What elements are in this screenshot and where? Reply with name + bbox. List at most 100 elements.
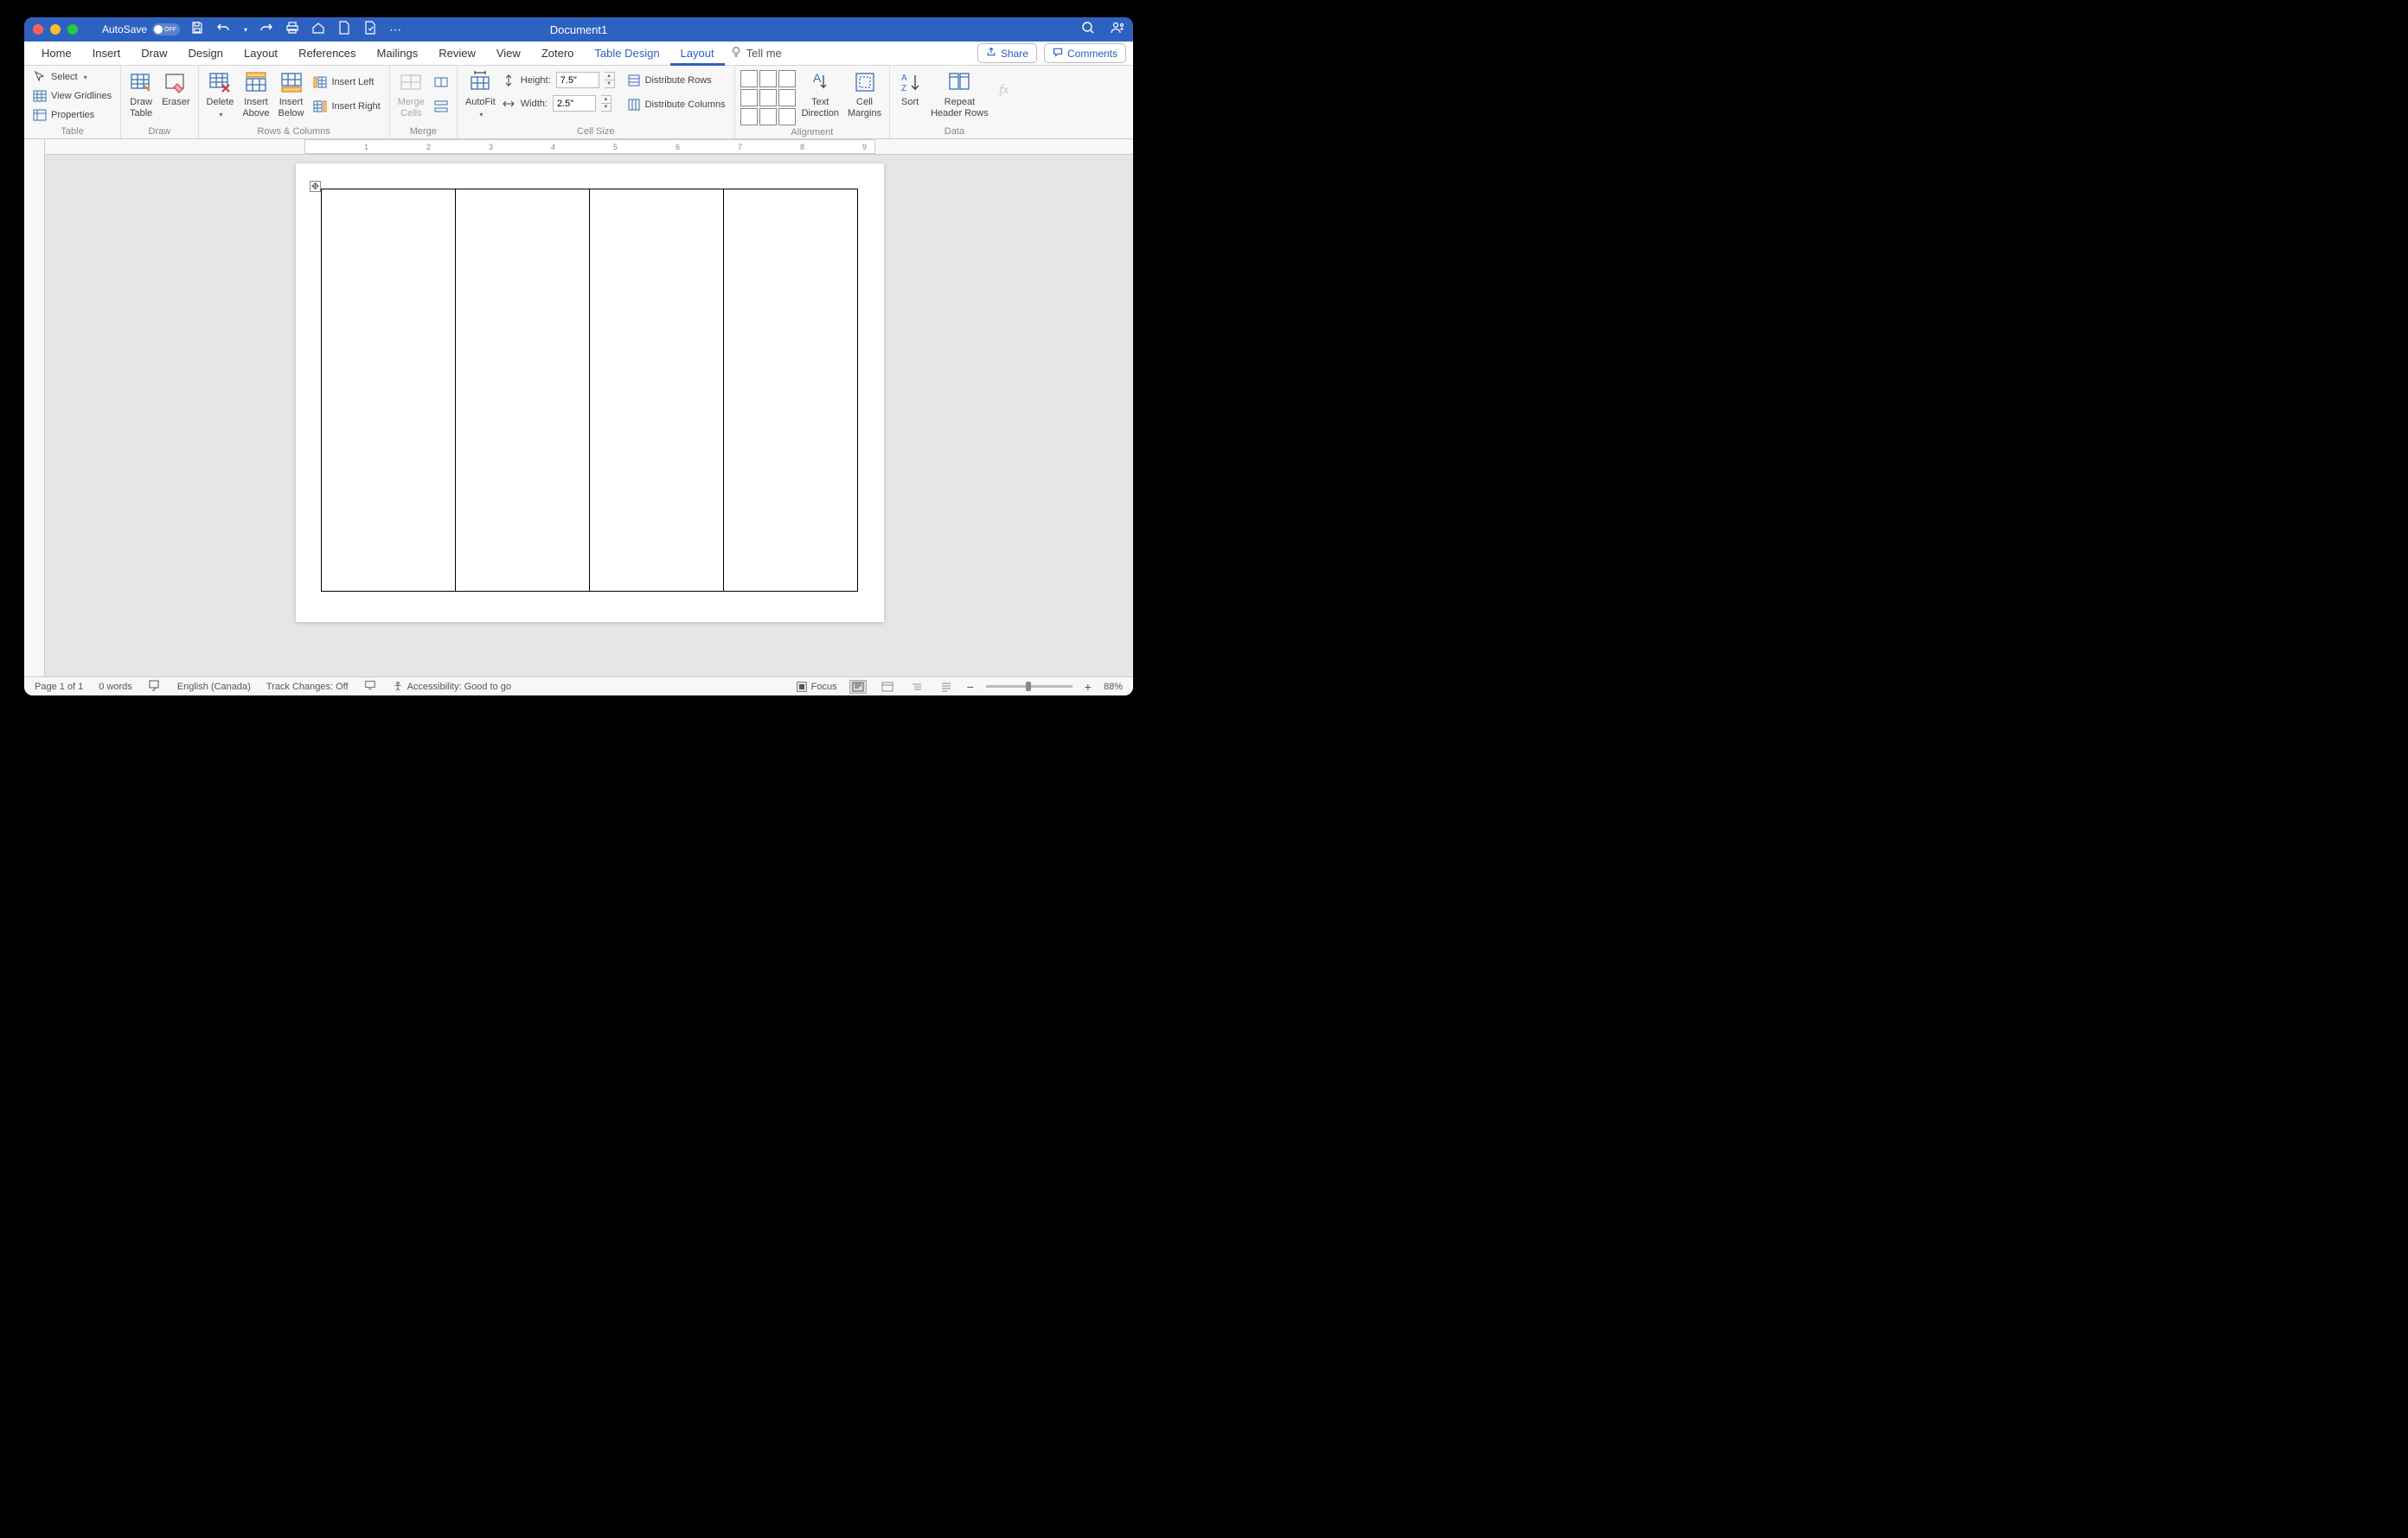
doc-icon[interactable] — [337, 21, 351, 39]
autosave-toggle[interactable] — [152, 23, 180, 35]
word-count[interactable]: 0 words — [99, 682, 132, 692]
eraser-button[interactable]: Eraser — [159, 68, 192, 110]
print-layout-view[interactable] — [849, 680, 867, 694]
tab-zotero[interactable]: Zotero — [531, 42, 585, 66]
repeat-header-icon — [947, 70, 971, 94]
height-input[interactable] — [556, 72, 599, 88]
language-indicator[interactable]: English (Canada) — [177, 682, 251, 692]
group-table: Select▾ View Gridlines Properties Table — [24, 66, 121, 138]
view-gridlines-button[interactable]: View Gridlines — [29, 87, 115, 105]
height-spinner[interactable]: ▲▼ — [605, 72, 615, 88]
tab-insert[interactable]: Insert — [82, 42, 131, 66]
track-changes-indicator[interactable]: Track Changes: Off — [266, 682, 349, 692]
share-people-icon[interactable] — [1111, 21, 1124, 39]
redo-icon[interactable] — [259, 21, 273, 39]
eraser-icon — [163, 70, 188, 94]
tab-layout[interactable]: Layout — [234, 42, 288, 66]
distribute-columns-button[interactable]: Distribute Columns — [624, 96, 729, 113]
tab-mailings[interactable]: Mailings — [367, 42, 429, 66]
home-icon[interactable] — [311, 21, 325, 39]
properties-button[interactable]: Properties — [29, 106, 115, 124]
insert-left-button[interactable]: Insert Left — [310, 74, 383, 91]
outline-view[interactable] — [908, 680, 925, 694]
tell-me[interactable]: Tell me — [730, 46, 782, 61]
focus-button[interactable]: Focus — [796, 681, 837, 693]
vertical-ruler[interactable] — [24, 139, 45, 676]
zoom-in-button[interactable]: + — [1085, 680, 1092, 694]
align-ml[interactable] — [740, 89, 758, 106]
distribute-rows-button[interactable]: Distribute Rows — [624, 72, 729, 89]
split-cells-button[interactable] — [431, 74, 452, 91]
draft-view[interactable] — [938, 680, 955, 694]
tab-review[interactable]: Review — [428, 42, 486, 66]
web-layout-view[interactable] — [879, 680, 896, 694]
share-button[interactable]: Share — [977, 43, 1037, 63]
doc-check-icon[interactable] — [363, 21, 377, 39]
table-move-handle[interactable]: ✥ — [310, 181, 321, 192]
search-icon[interactable] — [1081, 21, 1095, 39]
table-cell[interactable] — [322, 189, 456, 592]
status-bar: Page 1 of 1 0 words English (Canada) Tra… — [24, 676, 1133, 695]
table-row[interactable] — [322, 189, 858, 592]
zoom-out-button[interactable]: − — [967, 680, 974, 694]
tab-table-design[interactable]: Table Design — [584, 42, 669, 66]
delete-button[interactable]: Delete▾ — [204, 68, 237, 120]
table-cell[interactable] — [724, 189, 858, 592]
table-cell[interactable] — [590, 189, 724, 592]
split-table-button[interactable] — [431, 98, 452, 115]
minimize-window-button[interactable] — [50, 24, 61, 35]
zoom-slider[interactable] — [986, 685, 1073, 688]
close-window-button[interactable] — [33, 24, 43, 35]
print-icon[interactable] — [285, 21, 299, 39]
display-settings-icon[interactable] — [364, 679, 376, 694]
table-cell[interactable] — [456, 189, 590, 592]
cell-margins-button[interactable]: Cell Margins — [845, 68, 884, 120]
spellcheck-icon[interactable] — [148, 679, 162, 694]
align-bl[interactable] — [740, 108, 758, 125]
titlebar: AutoSave ▾ ⋯ Document1 — [24, 17, 1133, 42]
group-rows-columns: Delete▾ Insert Above Insert Below Insert… — [199, 66, 390, 138]
more-icon[interactable]: ⋯ — [389, 22, 401, 37]
maximize-window-button[interactable] — [67, 24, 78, 35]
insert-above-button[interactable]: Insert Above — [240, 68, 272, 120]
repeat-header-rows-button[interactable]: Repeat Header Rows — [928, 68, 991, 120]
draw-table-button[interactable]: Draw Table — [126, 68, 156, 120]
insert-right-icon — [313, 99, 327, 113]
autosave-control[interactable]: AutoSave — [102, 23, 180, 35]
insert-right-button[interactable]: Insert Right — [310, 98, 383, 115]
document-table[interactable] — [321, 189, 858, 592]
tab-view[interactable]: View — [486, 42, 531, 66]
align-tc[interactable] — [759, 70, 777, 87]
save-icon[interactable] — [190, 21, 204, 39]
page[interactable]: ✥ — [296, 163, 884, 622]
align-br[interactable] — [778, 108, 796, 125]
align-bc[interactable] — [759, 108, 777, 125]
align-mr[interactable] — [778, 89, 796, 106]
tab-design[interactable]: Design — [178, 42, 234, 66]
undo-dropdown[interactable]: ▾ — [244, 26, 247, 34]
accessibility-indicator[interactable]: Accessibility: Good to go — [392, 681, 511, 693]
insert-below-button[interactable]: Insert Below — [276, 68, 307, 120]
width-input[interactable] — [553, 95, 596, 112]
text-direction-button[interactable]: AText Direction — [799, 68, 842, 120]
width-spinner[interactable]: ▲▼ — [601, 95, 612, 112]
document-scroll[interactable]: 1 2 3 4 5 6 7 8 9 ✥ — [45, 139, 1133, 676]
autofit-icon — [468, 70, 492, 94]
zoom-level[interactable]: 88% — [1104, 682, 1123, 692]
align-tl[interactable] — [740, 70, 758, 87]
split-cells-icon — [434, 75, 448, 89]
align-mc[interactable] — [759, 89, 777, 106]
undo-icon[interactable] — [216, 21, 230, 39]
gridlines-icon — [33, 89, 47, 103]
select-button[interactable]: Select▾ — [29, 68, 115, 86]
sort-button[interactable]: AZSort — [895, 68, 925, 110]
align-tr[interactable] — [778, 70, 796, 87]
tab-references[interactable]: References — [288, 42, 366, 66]
tab-table-layout[interactable]: Layout — [670, 42, 725, 66]
horizontal-ruler[interactable]: 1 2 3 4 5 6 7 8 9 — [45, 139, 1133, 155]
tab-home[interactable]: Home — [31, 42, 82, 66]
page-indicator[interactable]: Page 1 of 1 — [35, 682, 83, 692]
comments-button[interactable]: Comments — [1044, 43, 1126, 63]
autofit-button[interactable]: AutoFit▾ — [463, 68, 498, 120]
tab-draw[interactable]: Draw — [131, 42, 177, 66]
